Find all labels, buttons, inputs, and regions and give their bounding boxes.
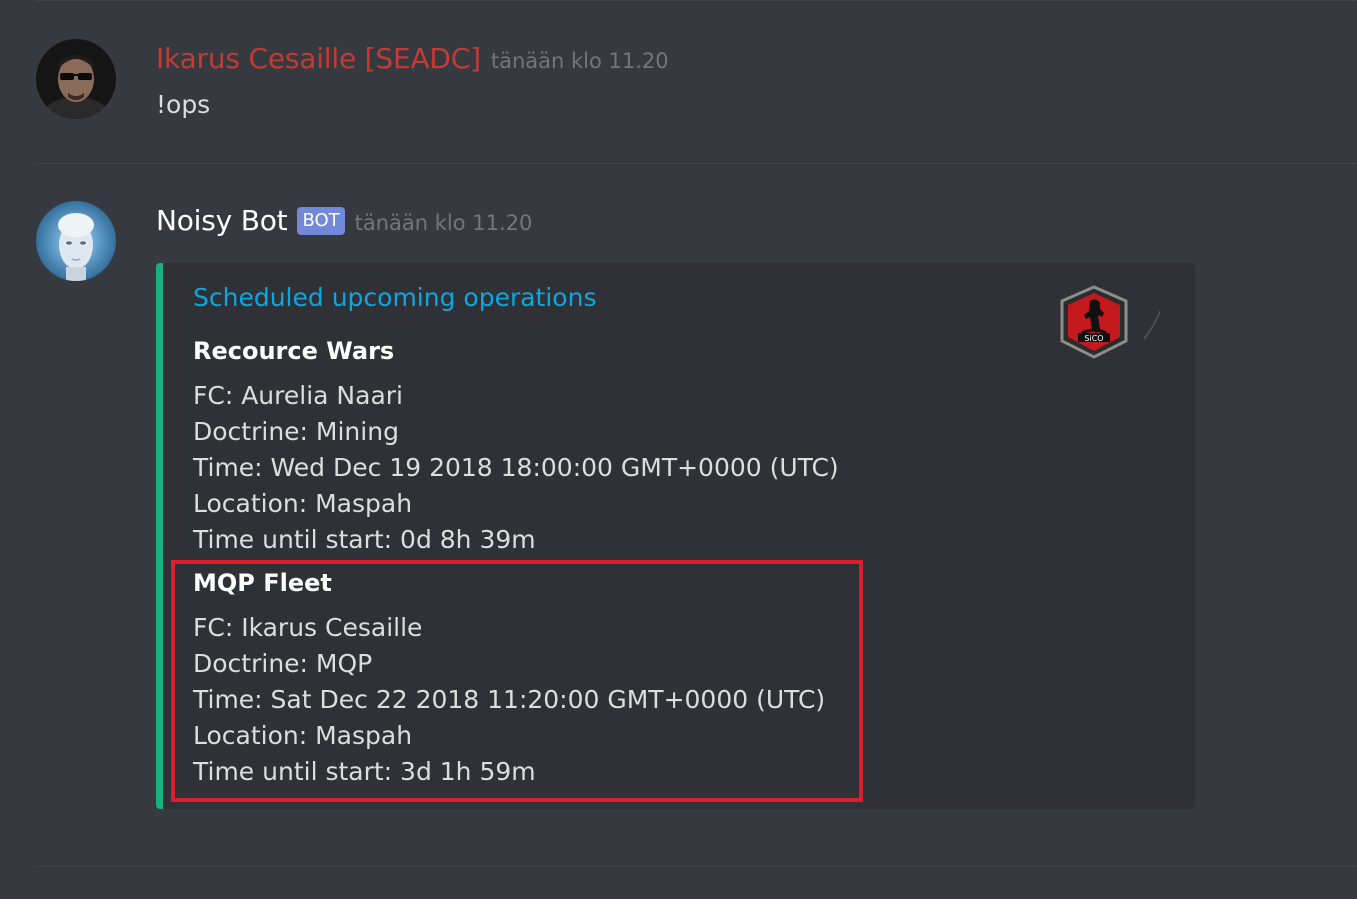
message-timestamp: tänään klo 11.20 — [490, 49, 669, 73]
embed-field-name: Recource Wars — [193, 337, 395, 365]
user-avatar-image — [36, 39, 116, 119]
bottom-divider — [36, 866, 1357, 867]
user-avatar[interactable] — [36, 39, 116, 119]
sico-logo-icon: SiCO — [1060, 285, 1161, 359]
message-timestamp: tänään klo 11.20 — [354, 211, 533, 235]
embed-field-name: MQP Fleet — [193, 569, 332, 597]
author-name[interactable]: Ikarus Cesaille [SEADC] — [156, 42, 481, 75]
embed-field-line: Time: Wed Dec 19 2018 18:00:00 GMT+0000 … — [193, 453, 839, 482]
embed-field-line: Location: Maspah — [193, 721, 413, 750]
embed-field-line: Doctrine: MQP — [193, 649, 373, 678]
bot-avatar[interactable] — [36, 201, 116, 281]
message-text: !ops — [156, 90, 211, 119]
embed-field-line: Time: Sat Dec 22 2018 11:20:00 GMT+0000 … — [193, 685, 826, 714]
embed-field-line: FC: Aurelia Naari — [193, 381, 403, 410]
top-divider — [36, 0, 1357, 1]
embed-field-line: Time until start: 0d 8h 39m — [193, 525, 536, 554]
bot-badge: BOT — [297, 207, 345, 235]
author-name[interactable]: Noisy Bot — [156, 204, 288, 237]
embed-field-line: Doctrine: Mining — [193, 417, 399, 446]
chat-view: Ikarus Cesaille [SEADC] tänään klo 11.20… — [0, 0, 1357, 899]
embed-thumbnail[interactable]: SiCO — [1056, 283, 1168, 369]
bot-avatar-image — [36, 201, 116, 281]
svg-text:SiCO: SiCO — [1084, 334, 1103, 343]
rich-embed: Scheduled upcoming operations SiCO Recou… — [156, 263, 1195, 809]
message-header: Ikarus Cesaille [SEADC] tänään klo 11.20 — [156, 42, 669, 75]
embed-field-line: Time until start: 3d 1h 59m — [193, 757, 536, 786]
embed-title-link[interactable]: Scheduled upcoming operations — [193, 283, 596, 312]
embed-field-line: FC: Ikarus Cesaille — [193, 613, 423, 642]
embed-field-line: Location: Maspah — [193, 489, 413, 518]
message-header: Noisy Bot BOT tänään klo 11.20 — [156, 204, 532, 239]
message-divider — [36, 163, 1357, 164]
